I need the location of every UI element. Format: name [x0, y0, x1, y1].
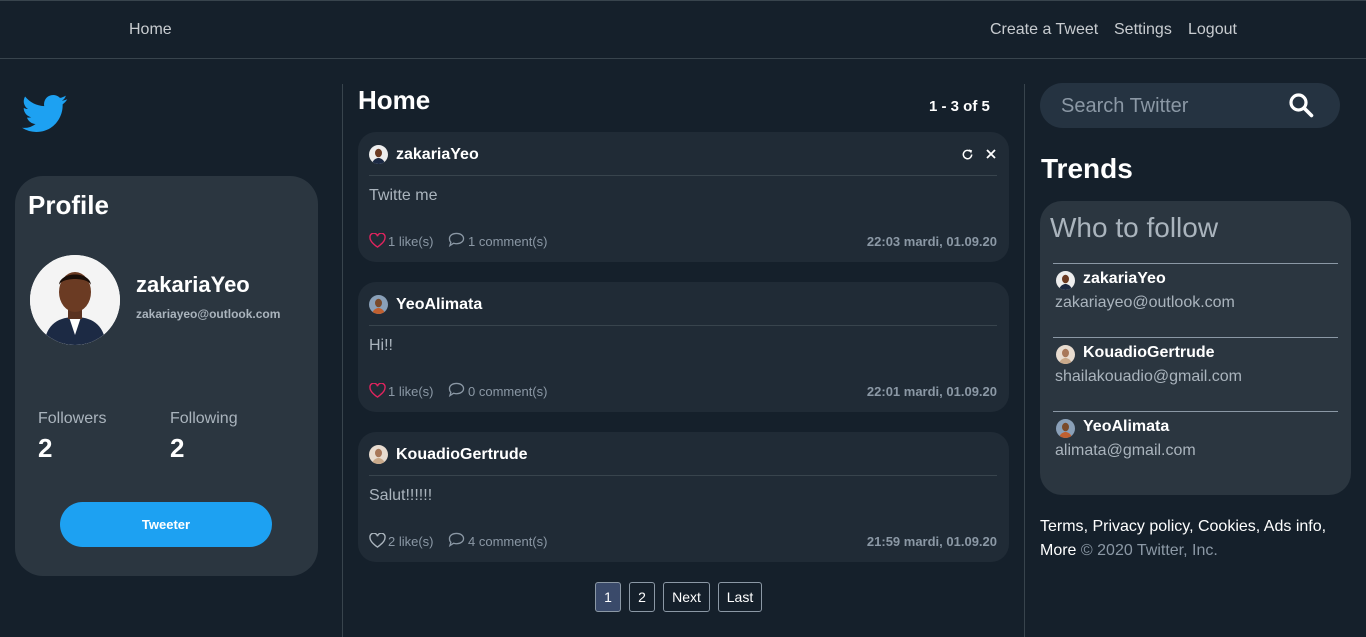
- comment-count[interactable]: 4 comment(s): [468, 534, 547, 549]
- comment-icon[interactable]: [448, 532, 465, 547]
- following-count: 2: [170, 433, 185, 463]
- nav-settings-link[interactable]: Settings: [1114, 21, 1172, 39]
- divider: [369, 475, 997, 476]
- avatar: [1056, 419, 1075, 438]
- heart-icon[interactable]: [369, 233, 386, 248]
- last-page-button[interactable]: Last: [718, 582, 762, 612]
- follow-suggestion[interactable]: YeoAlimata alimata@gmail.com: [1053, 411, 1338, 481]
- tweet-timestamp: 22:03 mardi, 01.09.20: [866, 234, 997, 249]
- twitter-bird-icon[interactable]: [22, 94, 68, 134]
- heart-icon[interactable]: [369, 533, 386, 548]
- tweet-card: zakariaYeo Twitte me 1 like(s) 1 comment…: [358, 132, 1009, 262]
- comment-icon[interactable]: [448, 382, 465, 397]
- tweet-timestamp: 22:01 mardi, 01.09.20: [866, 384, 997, 399]
- search-icon[interactable]: [1288, 92, 1314, 118]
- column-divider: [1024, 84, 1025, 637]
- avatar: [369, 445, 388, 464]
- tweet-username[interactable]: YeoAlimata: [396, 296, 482, 314]
- tweet-card: KouadioGertrude Salut!!!!!! 2 like(s) 4 …: [358, 432, 1009, 562]
- comment-count[interactable]: 1 comment(s): [468, 234, 547, 249]
- follow-suggestion[interactable]: KouadioGertrude shailakouadio@gmail.com: [1053, 337, 1338, 407]
- profile-username: zakariaYeo: [136, 272, 250, 297]
- results-range: 1 - 3 of 5: [929, 98, 990, 115]
- suggestion-email: zakariayeo@outlook.com: [1055, 294, 1235, 311]
- tweet-text: Twitte me: [369, 187, 438, 204]
- following-label: Following: [170, 410, 238, 427]
- profile-avatar: [30, 255, 120, 345]
- suggestion-name[interactable]: zakariaYeo: [1083, 270, 1166, 288]
- followers-count: 2: [38, 433, 53, 463]
- close-icon[interactable]: [985, 148, 997, 160]
- suggestion-name[interactable]: KouadioGertrude: [1083, 344, 1215, 362]
- tweet-card: YeoAlimata Hi!! 1 like(s) 0 comment(s) 2…: [358, 282, 1009, 412]
- footer-privacy-link[interactable]: Privacy policy: [1092, 518, 1189, 535]
- tweet-text: Hi!!: [369, 337, 393, 354]
- who-to-follow-heading: Who to follow: [1050, 212, 1219, 243]
- nav-create-tweet-link[interactable]: Create a Tweet: [990, 21, 1098, 39]
- suggestion-email: shailakouadio@gmail.com: [1055, 368, 1242, 385]
- tweet-text: Salut!!!!!!: [369, 487, 433, 504]
- next-page-button[interactable]: Next: [663, 582, 710, 612]
- profile-title: Profile: [28, 190, 109, 220]
- follow-suggestion[interactable]: zakariaYeo zakariayeo@outlook.com: [1053, 263, 1338, 333]
- avatar: [369, 145, 388, 164]
- comment-count[interactable]: 0 comment(s): [468, 384, 547, 399]
- footer: Terms, Privacy policy, Cookies, Ads info…: [1040, 518, 1327, 559]
- refresh-icon[interactable]: [961, 148, 974, 161]
- footer-more-link[interactable]: More: [1040, 542, 1076, 559]
- like-count[interactable]: 2 like(s): [388, 534, 434, 549]
- tweet-timestamp: 21:59 mardi, 01.09.20: [866, 534, 997, 549]
- who-to-follow-card: Who to follow zakariaYeo zakariayeo@outl…: [1040, 201, 1351, 495]
- page-2-button[interactable]: 2: [629, 582, 655, 612]
- divider: [369, 325, 997, 326]
- tweet-username[interactable]: zakariaYeo: [396, 146, 479, 164]
- avatar: [1056, 345, 1075, 364]
- followers-label: Followers: [38, 410, 107, 427]
- profile-card: Profile zakariaYeo zakariayeo@outlook.co…: [15, 176, 318, 576]
- avatar: [1056, 271, 1075, 290]
- tweet-username[interactable]: KouadioGertrude: [396, 446, 528, 464]
- footer-cookies-link[interactable]: Cookies: [1198, 518, 1256, 535]
- comment-icon[interactable]: [448, 232, 465, 247]
- profile-email: zakariayeo@outlook.com: [136, 307, 281, 321]
- like-count[interactable]: 1 like(s): [388, 384, 434, 399]
- like-count[interactable]: 1 like(s): [388, 234, 434, 249]
- footer-ads-link[interactable]: Ads info: [1264, 518, 1322, 535]
- avatar: [369, 295, 388, 314]
- search-input[interactable]: [1061, 94, 1281, 118]
- tweeter-button[interactable]: Tweeter: [60, 502, 272, 547]
- footer-terms-link[interactable]: Terms: [1040, 518, 1084, 535]
- top-navbar: Home Create a Tweet Settings Logout: [0, 0, 1366, 59]
- nav-home-link[interactable]: Home: [129, 21, 172, 39]
- page-1-button[interactable]: 1: [595, 582, 621, 612]
- trends-heading: Trends: [1041, 153, 1133, 184]
- suggestion-name[interactable]: YeoAlimata: [1083, 418, 1169, 436]
- page-title: Home: [358, 85, 431, 115]
- nav-logout-link[interactable]: Logout: [1188, 21, 1237, 39]
- copyright: © 2020 Twitter, Inc.: [1080, 542, 1218, 559]
- divider: [369, 175, 997, 176]
- heart-icon[interactable]: [369, 383, 386, 398]
- column-divider: [342, 84, 343, 637]
- suggestion-email: alimata@gmail.com: [1055, 442, 1196, 459]
